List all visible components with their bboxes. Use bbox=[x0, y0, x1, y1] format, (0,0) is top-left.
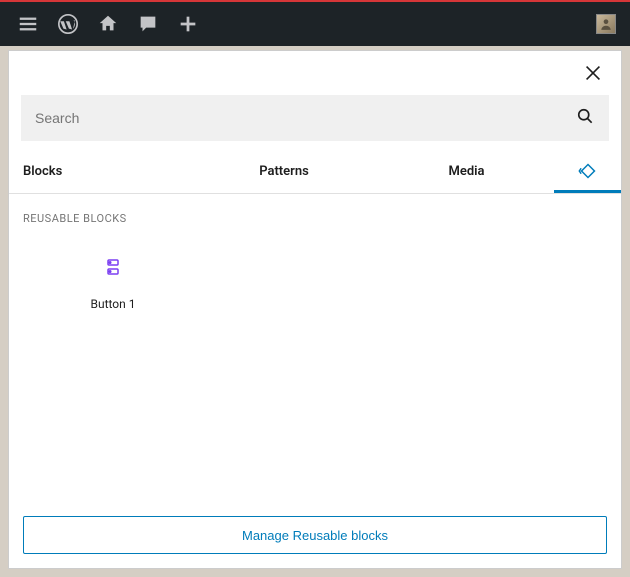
comment-icon[interactable] bbox=[128, 2, 168, 46]
panel-header bbox=[9, 51, 621, 95]
wordpress-logo-icon[interactable] bbox=[48, 2, 88, 46]
reusable-block-label: Button 1 bbox=[90, 297, 135, 311]
search-icon bbox=[575, 106, 595, 130]
tab-patterns[interactable]: Patterns bbox=[189, 149, 379, 193]
close-icon[interactable] bbox=[579, 59, 607, 87]
reusable-block-icon bbox=[101, 255, 125, 279]
reusable-block-item[interactable]: Button 1 bbox=[23, 237, 203, 319]
plus-new-icon[interactable] bbox=[168, 2, 208, 46]
block-inserter-panel: Blocks Patterns Media REUSABLE BLOCKS Bu… bbox=[8, 50, 622, 569]
inserter-tabs: Blocks Patterns Media bbox=[9, 149, 621, 194]
user-avatar[interactable] bbox=[596, 14, 616, 34]
panel-footer: Manage Reusable blocks bbox=[9, 502, 621, 568]
reusable-block-grid: Button 1 bbox=[9, 231, 621, 325]
reusable-icon bbox=[577, 160, 599, 182]
manage-reusable-button[interactable]: Manage Reusable blocks bbox=[23, 516, 607, 554]
hamburger-menu-icon[interactable] bbox=[8, 2, 48, 46]
tab-media[interactable]: Media bbox=[379, 149, 554, 193]
search-box bbox=[21, 95, 609, 141]
home-icon[interactable] bbox=[88, 2, 128, 46]
section-title-reusable: REUSABLE BLOCKS bbox=[9, 194, 621, 231]
search-container bbox=[9, 95, 621, 149]
search-input[interactable] bbox=[35, 110, 575, 126]
tab-blocks[interactable]: Blocks bbox=[9, 149, 189, 193]
panel-body: REUSABLE BLOCKS Button 1 bbox=[9, 194, 621, 502]
admin-toolbar bbox=[0, 0, 630, 46]
tab-reusable[interactable] bbox=[554, 149, 621, 193]
